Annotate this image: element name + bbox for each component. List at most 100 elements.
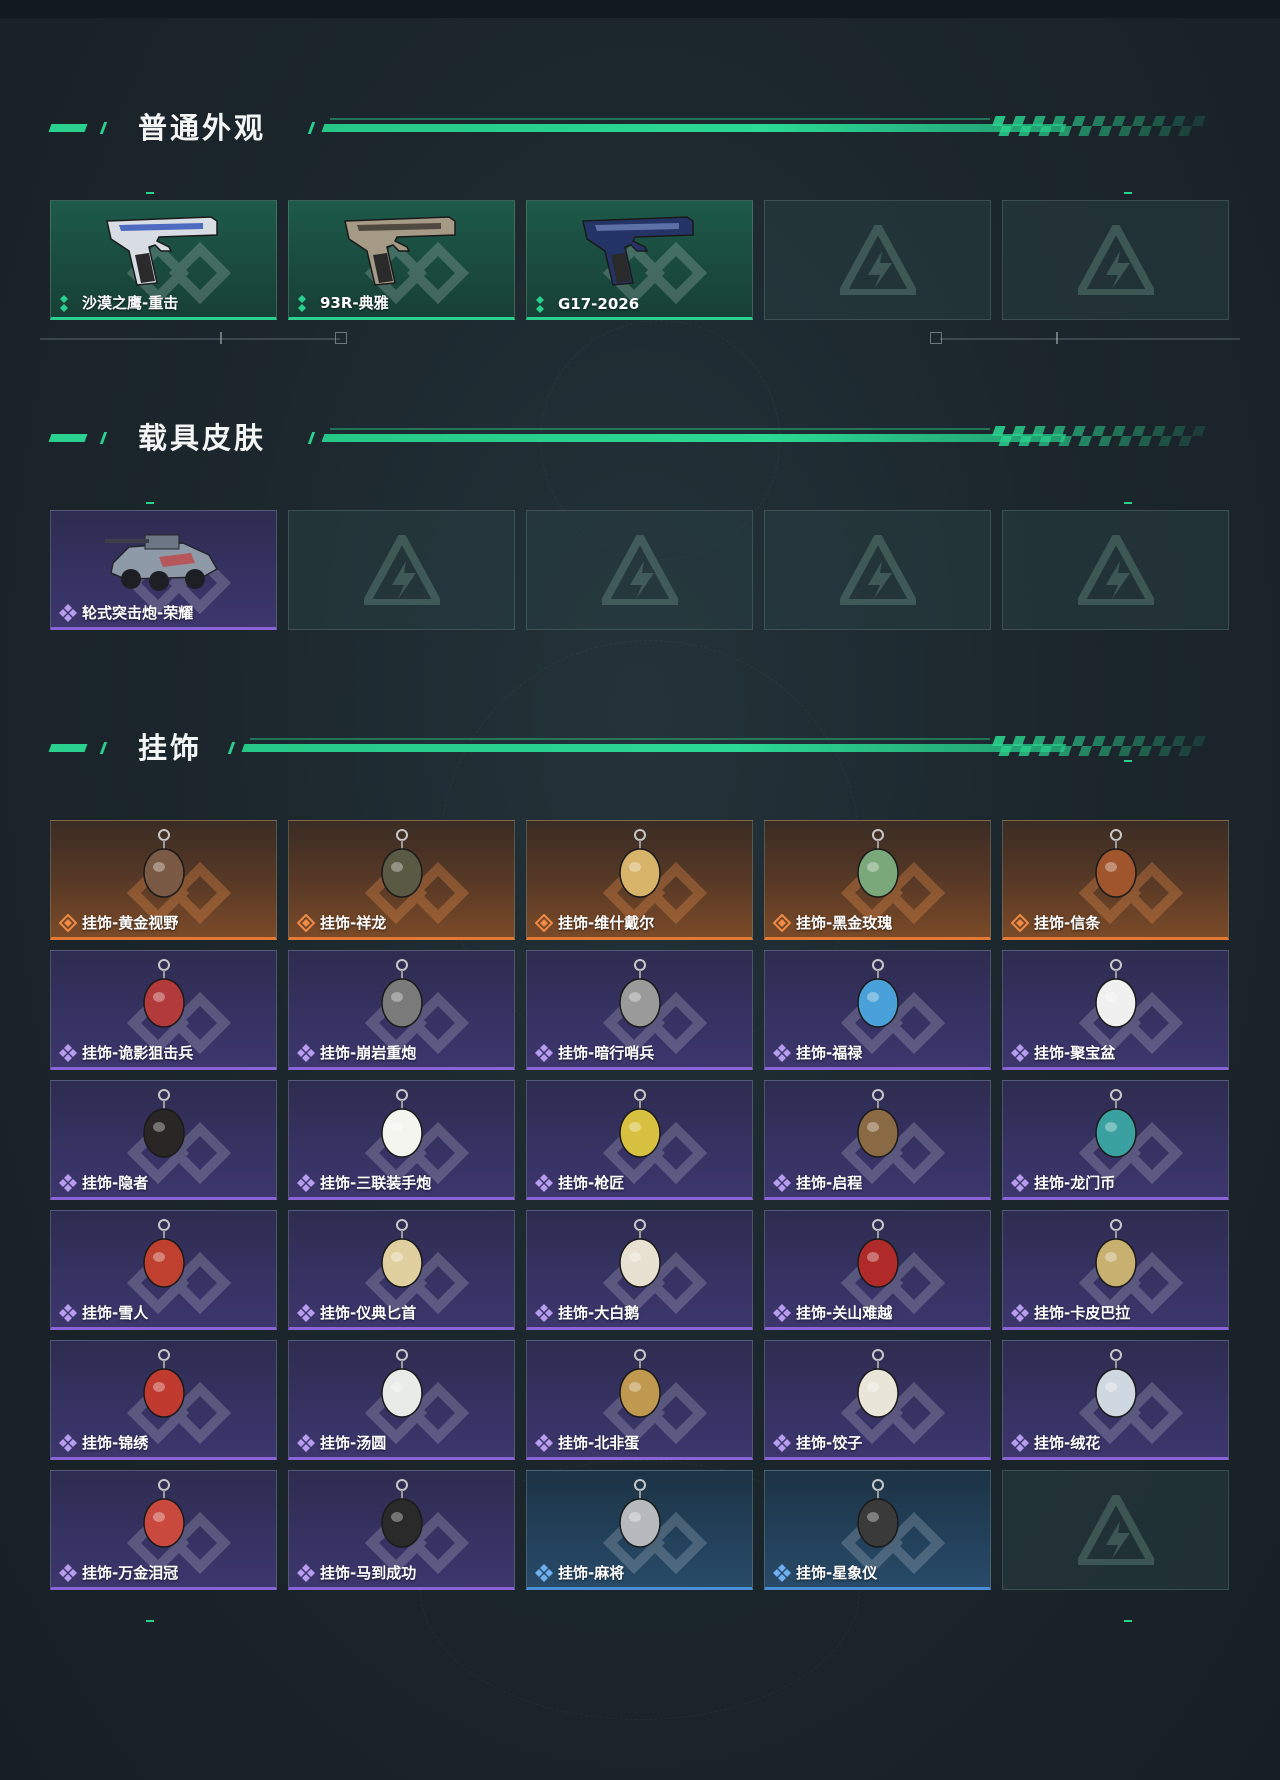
charm-icon	[380, 1219, 423, 1288]
rarity-diamond-icon	[773, 913, 791, 932]
grid-marker	[1124, 192, 1132, 194]
item-label-row: 挂饰-暗行哨兵	[535, 1042, 654, 1063]
item-label-row: 挂饰-隐者	[59, 1172, 148, 1193]
item-card[interactable]: 挂饰-崩岩重炮	[288, 950, 515, 1070]
item-label-row: 挂饰-万金泪冠	[59, 1562, 178, 1583]
placeholder-logo-icon	[839, 225, 916, 295]
charm-icon	[380, 959, 423, 1028]
item-card[interactable]: 挂饰-福禄	[764, 950, 991, 1070]
item-card[interactable]: 挂饰-诡影狙击兵	[50, 950, 277, 1070]
item-card[interactable]: G17-2026	[526, 200, 753, 320]
item-label-row: 挂饰-黄金视野	[59, 912, 178, 933]
placeholder-logo-icon	[1077, 1495, 1154, 1565]
header-line	[330, 118, 990, 120]
charm-icon	[380, 1479, 423, 1548]
item-card[interactable]: 挂饰-汤圆	[288, 1340, 515, 1460]
item-card[interactable]: 挂饰-维什戴尔	[526, 820, 753, 940]
ruler-box	[335, 332, 347, 344]
empty-slot[interactable]	[288, 510, 515, 630]
item-card[interactable]: 挂饰-大白鹅	[526, 1210, 753, 1330]
item-name: 93R-典雅	[320, 294, 389, 312]
item-label-row: G17-2026	[535, 295, 639, 313]
item-name: 挂饰-枪匠	[558, 1174, 625, 1192]
rarity-diamond-icon	[297, 1433, 315, 1452]
section-header: 挂饰	[0, 728, 1280, 788]
item-card[interactable]: 挂饰-三联装手炮	[288, 1080, 515, 1200]
item-card[interactable]: 挂饰-仪典匕首	[288, 1210, 515, 1330]
item-card[interactable]: 挂饰-绒花	[1002, 1340, 1229, 1460]
item-card[interactable]: 挂饰-饺子	[764, 1340, 991, 1460]
item-label-row: 挂饰-诡影狙击兵	[59, 1042, 193, 1063]
item-card[interactable]: 挂饰-麻将	[526, 1470, 753, 1590]
item-name: 挂饰-大白鹅	[558, 1304, 640, 1322]
charm-icon	[618, 1089, 661, 1158]
charm-icon	[142, 1089, 185, 1158]
item-name: 挂饰-暗行哨兵	[558, 1044, 655, 1062]
item-card[interactable]: 挂饰-隐者	[50, 1080, 277, 1200]
item-name: 挂饰-聚宝盆	[1034, 1044, 1116, 1062]
item-label-row: 挂饰-仪典匕首	[297, 1302, 416, 1323]
charm-icon	[618, 959, 661, 1028]
item-card[interactable]: 挂饰-启程	[764, 1080, 991, 1200]
charm-icon	[142, 1349, 185, 1418]
charm-icon	[856, 959, 899, 1028]
section-title: 载具皮肤	[138, 421, 267, 455]
item-name: 挂饰-崩岩重炮	[320, 1044, 417, 1062]
empty-slot[interactable]	[764, 510, 991, 630]
item-name: 挂饰-维什戴尔	[558, 914, 655, 932]
rarity-diamond-icon	[1011, 1043, 1029, 1062]
item-card[interactable]: 挂饰-星象仪	[764, 1470, 991, 1590]
item-name: 挂饰-黄金视野	[82, 914, 179, 932]
pistol-icon	[343, 216, 456, 286]
grid-marker	[1124, 1620, 1132, 1622]
item-label-row: 轮式突击炮-荣耀	[59, 602, 193, 623]
item-card[interactable]: 挂饰-雪人	[50, 1210, 277, 1330]
pistol-icon	[105, 216, 218, 286]
item-label-row: 挂饰-卡皮巴拉	[1011, 1302, 1130, 1323]
item-label-row: 挂饰-三联装手炮	[297, 1172, 431, 1193]
placeholder-logo-icon	[363, 535, 440, 605]
ruler-box	[930, 332, 942, 344]
item-card[interactable]: 挂饰-龙门币	[1002, 1080, 1229, 1200]
item-name: 挂饰-锦绣	[82, 1434, 149, 1452]
rarity-diamond-icon	[59, 1563, 77, 1582]
item-card[interactable]: 挂饰-黄金视野	[50, 820, 277, 940]
item-card[interactable]: 挂饰-信条	[1002, 820, 1229, 940]
item-label-row: 挂饰-关山难越	[773, 1302, 892, 1323]
item-name: 挂饰-汤圆	[320, 1434, 387, 1452]
item-label-row: 挂饰-福禄	[773, 1042, 862, 1063]
item-card[interactable]: 93R-典雅	[288, 200, 515, 320]
item-label-row: 挂饰-汤圆	[297, 1432, 386, 1453]
item-card[interactable]: 挂饰-万金泪冠	[50, 1470, 277, 1590]
item-card[interactable]: 挂饰-枪匠	[526, 1080, 753, 1200]
item-card[interactable]: 轮式突击炮-荣耀	[50, 510, 277, 630]
header-line	[321, 124, 1067, 132]
item-label-row: 挂饰-崩岩重炮	[297, 1042, 416, 1063]
item-card[interactable]: 沙漠之鹰-重击	[50, 200, 277, 320]
item-label-row: 挂饰-麻将	[535, 1562, 624, 1583]
charm-icon	[1094, 959, 1137, 1028]
item-card[interactable]: 挂饰-黑金玫瑰	[764, 820, 991, 940]
item-card[interactable]: 挂饰-卡皮巴拉	[1002, 1210, 1229, 1330]
empty-slot[interactable]	[1002, 510, 1229, 630]
item-card[interactable]: 挂饰-关山难越	[764, 1210, 991, 1330]
item-card[interactable]: 挂饰-聚宝盆	[1002, 950, 1229, 1070]
item-card[interactable]: 挂饰-暗行哨兵	[526, 950, 753, 1070]
empty-slot[interactable]	[1002, 1470, 1229, 1590]
item-card[interactable]: 挂饰-祥龙	[288, 820, 515, 940]
empty-slot[interactable]	[1002, 200, 1229, 320]
header-dash	[99, 432, 108, 444]
item-card[interactable]: 挂饰-北非蛋	[526, 1340, 753, 1460]
item-card[interactable]: 挂饰-马到成功	[288, 1470, 515, 1590]
rarity-diamond-icon	[59, 1173, 77, 1192]
item-name: 挂饰-饺子	[796, 1434, 863, 1452]
charm-icon	[380, 1089, 423, 1158]
rarity-diamond-icon	[535, 1433, 553, 1452]
header-dash	[48, 434, 88, 442]
item-card[interactable]: 挂饰-锦绣	[50, 1340, 277, 1460]
empty-slot[interactable]	[526, 510, 753, 630]
section-title: 挂饰	[138, 731, 203, 765]
empty-slot[interactable]	[764, 200, 991, 320]
charm-icon	[1094, 1349, 1137, 1418]
rarity-diamond-icon	[773, 1433, 791, 1452]
